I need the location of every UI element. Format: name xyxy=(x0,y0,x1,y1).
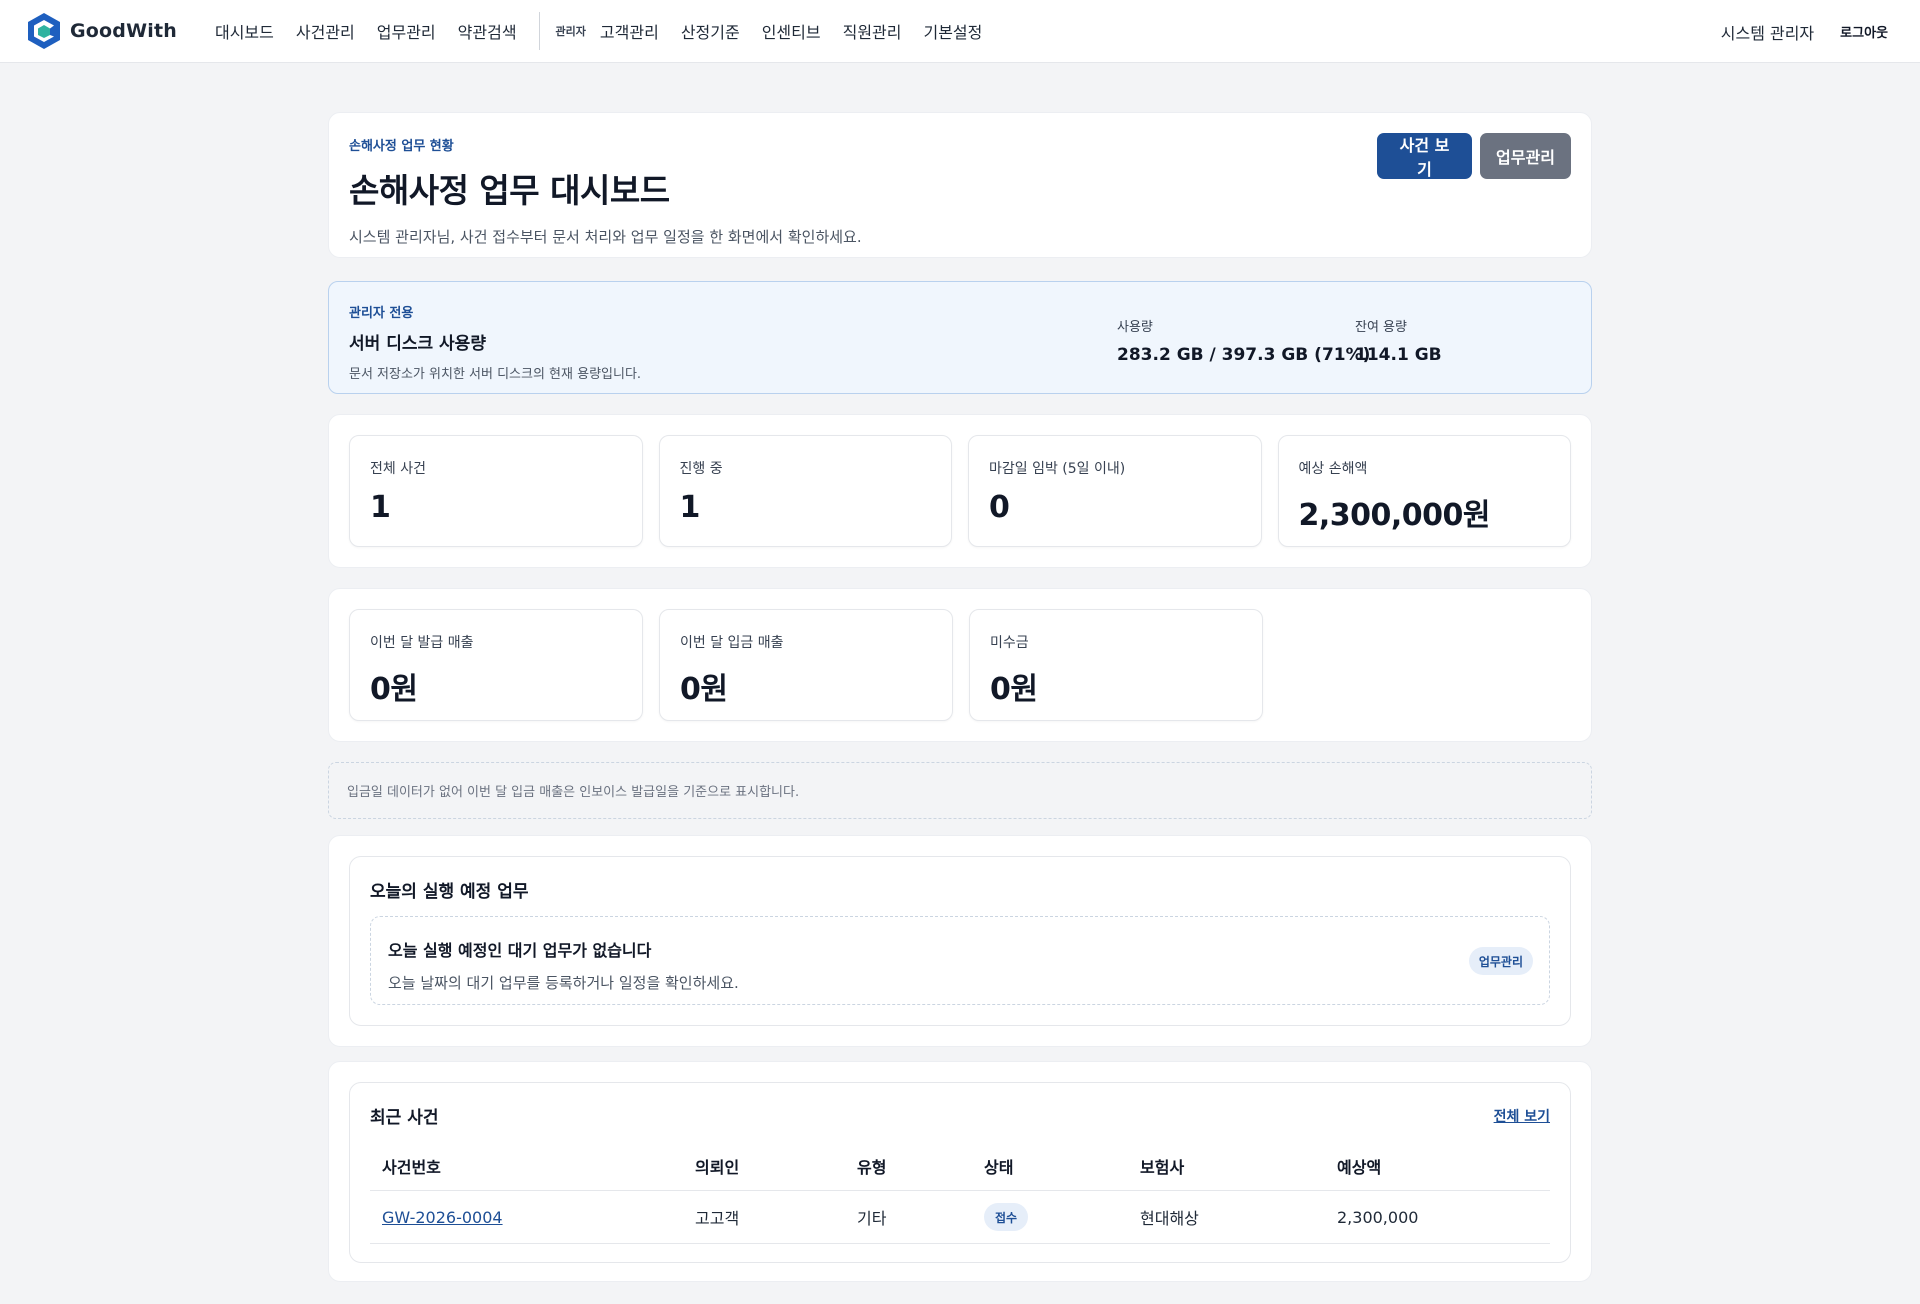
cell-type: 기타 xyxy=(845,1190,972,1244)
metric-label: 이번 달 입금 매출 xyxy=(680,635,784,651)
table-row[interactable]: GW-2026-0004 고고객 기타 접수 현대해상 2,300,000 xyxy=(370,1190,1550,1244)
nav-item-dashboard[interactable]: 대시보드 xyxy=(215,19,274,43)
recent-cases-header: 최근 사건 전체 보기 xyxy=(370,1103,1550,1128)
task-management-chip[interactable]: 업무관리 xyxy=(1468,947,1533,975)
cell-insurer: 현대해상 xyxy=(1128,1190,1325,1244)
column-header-status[interactable]: 상태 xyxy=(972,1146,1128,1191)
nav-item-incentive[interactable]: 인센티브 xyxy=(762,19,821,43)
today-tasks-empty-state: 오늘 실행 예정인 대기 업무가 없습니다 오늘 날짜의 대기 업무를 등록하거… xyxy=(370,916,1550,1005)
recent-cases-title: 최근 사건 xyxy=(370,1108,439,1128)
nav-item-policy-search[interactable]: 약관검색 xyxy=(458,19,517,43)
metric-value: 0원 xyxy=(370,672,418,707)
sales-metrics-row: 이번 달 발급 매출 0원 이번 달 입금 매출 0원 미수금 0원 xyxy=(328,588,1592,742)
disk-usage-card: 관리자 전용 서버 디스크 사용량 문서 저장소가 위치한 서버 디스크의 현재… xyxy=(328,281,1592,394)
metric-value: 1 xyxy=(370,490,391,525)
disk-usage-label: 사용량 xyxy=(1117,320,1153,335)
metric-label: 미수금 xyxy=(990,635,1029,651)
cell-status: 접수 xyxy=(972,1190,1128,1244)
disk-free-label: 잔여 용량 xyxy=(1355,320,1407,335)
recent-cases-table: 사건번호 의뢰인 유형 상태 보험사 예상액 GW-2026-0004 고고객 … xyxy=(370,1146,1550,1244)
goodwith-logo-icon xyxy=(28,13,60,49)
nav-item-settings[interactable]: 기본설정 xyxy=(923,19,982,43)
nav-item-case-management[interactable]: 사건관리 xyxy=(296,19,355,43)
metric-label: 마감일 임박 (5일 이내) xyxy=(989,461,1126,477)
column-header-type[interactable]: 유형 xyxy=(845,1146,972,1191)
cell-case-no: GW-2026-0004 xyxy=(370,1190,683,1244)
disk-usage-value: 283.2 GB / 397.3 GB (71%) xyxy=(1117,345,1371,365)
metric-card-receivables: 미수금 0원 xyxy=(969,609,1263,721)
metric-value: 0원 xyxy=(990,672,1038,707)
admin-tag: 관리자 xyxy=(555,25,586,38)
nav-item-task-management[interactable]: 업무관리 xyxy=(377,19,436,43)
case-metrics-row: 전체 사건 1 진행 중 1 마감일 임박 (5일 이내) 0 예상 손해액 2… xyxy=(328,414,1592,568)
brand[interactable]: GoodWith xyxy=(26,12,177,50)
cell-amount: 2,300,000 xyxy=(1325,1190,1550,1244)
metric-card-in-progress: 진행 중 1 xyxy=(658,435,952,547)
case-number-link[interactable]: GW-2026-0004 xyxy=(382,1208,503,1227)
metric-card-total-cases: 전체 사건 1 xyxy=(349,435,643,547)
metric-label: 예상 손해액 xyxy=(1298,461,1368,477)
task-management-button[interactable]: 업무관리 xyxy=(1480,133,1571,179)
disk-usage-stat: 사용량 283.2 GB / 397.3 GB (71%) xyxy=(1117,316,1370,365)
metric-value: 0 xyxy=(989,490,1010,525)
metric-card-issued-sales: 이번 달 발급 매출 0원 xyxy=(349,609,643,721)
today-tasks-card: 오늘의 실행 예정 업무 오늘 실행 예정인 대기 업무가 없습니다 오늘 날짜… xyxy=(328,835,1592,1047)
disk-free-stat: 잔여 용량 114.1 GB xyxy=(1355,316,1442,365)
metric-label: 이번 달 발급 매출 xyxy=(370,635,474,651)
empty-state-title: 오늘 실행 예정인 대기 업무가 없습니다 xyxy=(388,941,652,960)
nav-item-staff-management[interactable]: 직원관리 xyxy=(843,19,902,43)
view-cases-button[interactable]: 사건 보기 xyxy=(1377,133,1472,179)
recent-cases-card: 최근 사건 전체 보기 사건번호 의뢰인 유형 상태 보험사 예상액 GW-20… xyxy=(328,1061,1592,1282)
metric-label: 진행 중 xyxy=(679,461,723,477)
disk-free-value: 114.1 GB xyxy=(1355,345,1442,365)
metric-value: 2,300,000원 xyxy=(1298,498,1491,533)
disk-description: 문서 저장소가 위치한 서버 디스크의 현재 용량입니다. xyxy=(349,367,642,382)
user-area: 시스템 관리자 로그아웃 xyxy=(1721,0,1888,63)
page-description: 시스템 관리자님, 사건 접수부터 문서 처리와 업무 일정을 한 화면에서 확… xyxy=(349,228,862,246)
column-header-amount[interactable]: 예상액 xyxy=(1325,1146,1550,1191)
metric-card-deposit-sales: 이번 달 입금 매출 0원 xyxy=(659,609,953,721)
top-navigation-bar: GoodWith 대시보드 사건관리 업무관리 약관검색 관리자 고객관리 산정… xyxy=(0,0,1920,63)
column-header-case-no[interactable]: 사건번호 xyxy=(370,1146,683,1191)
main-nav: 대시보드 사건관리 업무관리 약관검색 관리자 고객관리 산정기준 인센티브 직… xyxy=(215,12,1004,50)
nav-divider xyxy=(538,12,540,50)
nav-item-customer-management[interactable]: 고객관리 xyxy=(600,19,659,43)
metric-value: 0원 xyxy=(680,672,728,707)
metric-value: 1 xyxy=(679,490,701,525)
dashboard-header-card: 손해사정 업무 현황 손해사정 업무 대시보드 시스템 관리자님, 사건 접수부… xyxy=(328,112,1592,258)
today-tasks-panel: 오늘의 실행 예정 업무 오늘 실행 예정인 대기 업무가 없습니다 오늘 날짜… xyxy=(349,856,1571,1026)
metric-label: 전체 사건 xyxy=(370,461,426,477)
view-all-link[interactable]: 전체 보기 xyxy=(1494,1106,1550,1126)
header-actions: 사건 보기 업무관리 xyxy=(1377,133,1571,179)
empty-state-description: 오늘 날짜의 대기 업무를 등록하거나 일정을 확인하세요. xyxy=(388,974,739,992)
logout-button[interactable]: 로그아웃 xyxy=(1840,22,1888,41)
brand-name: GoodWith xyxy=(70,20,177,42)
sales-basis-note: 입금일 데이터가 없어 이번 달 입금 매출은 인보이스 발급일을 기준으로 표… xyxy=(328,762,1592,819)
table-header-row: 사건번호 의뢰인 유형 상태 보험사 예상액 xyxy=(370,1146,1550,1191)
main-content: 손해사정 업무 현황 손해사정 업무 대시보드 시스템 관리자님, 사건 접수부… xyxy=(328,112,1592,1282)
metric-card-expected-loss: 예상 손해액 2,300,000원 xyxy=(1277,435,1571,547)
status-badge: 접수 xyxy=(984,1203,1029,1231)
cell-client: 고고객 xyxy=(683,1190,845,1244)
column-header-insurer[interactable]: 보험사 xyxy=(1128,1146,1325,1191)
today-tasks-title: 오늘의 실행 예정 업무 xyxy=(370,882,529,902)
user-name[interactable]: 시스템 관리자 xyxy=(1721,20,1814,44)
column-header-client[interactable]: 의뢰인 xyxy=(683,1146,845,1191)
metric-card-deadline-soon: 마감일 임박 (5일 이내) 0 xyxy=(968,435,1262,547)
nav-item-calculation-criteria[interactable]: 산정기준 xyxy=(681,19,740,43)
recent-cases-panel: 최근 사건 전체 보기 사건번호 의뢰인 유형 상태 보험사 예상액 GW-20… xyxy=(349,1082,1571,1263)
